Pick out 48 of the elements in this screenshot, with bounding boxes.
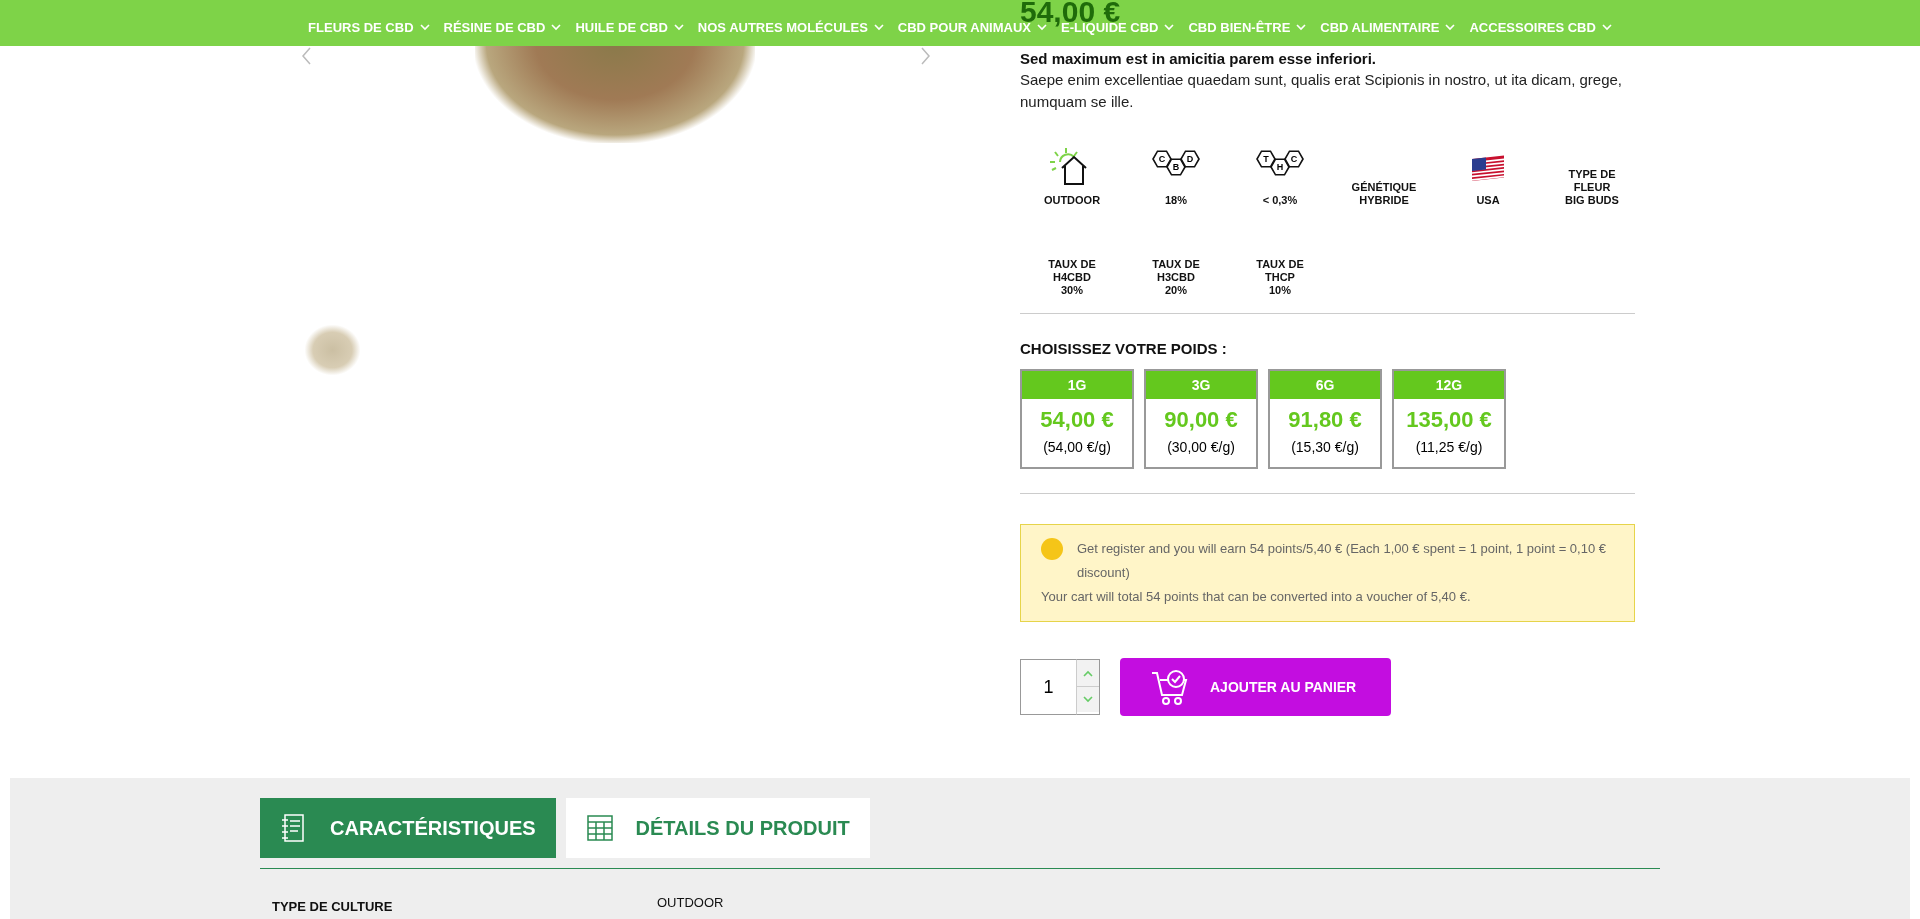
tab[interactable]: DÉTAILS DU PRODUIT (565, 798, 870, 858)
weight-option[interactable]: 1G 54,00 € (54,00 €/g) (1020, 369, 1134, 469)
loyalty-earn-text: Get register and you will earn 54 points/5,40 € (Each 1,00 € spent = 1 point, 1 point = 0,10 € discount) (1077, 540, 1607, 582)
weight-option[interactable]: 12G 135,00 € (11,25 €/g) (1392, 369, 1506, 469)
chevron-down-icon (1601, 24, 1612, 31)
chevron-down-icon (551, 24, 562, 31)
product-description: Saepe enim excellentiae quaedam sunt, qualis erat Scipionis in nostro, ut ita dicam, grege, numquam se ille. (1020, 70, 1623, 112)
spec-label: TYPE DE CULTURE (271, 899, 394, 914)
loyalty-total-text: Your cart will total 54 points that can be converted into a voucher of 5,40 €. (1041, 589, 1471, 604)
chevron-down-icon (1296, 24, 1307, 31)
feature-label: GÉNÉTIQUE HYBRIDE (1351, 181, 1417, 207)
increment-button[interactable] (1077, 660, 1099, 686)
nav-menu-item[interactable]: RÉSINE DE CBD (443, 20, 562, 35)
nav-menu-item[interactable]: NOS AUTRES MOLÉCULES (697, 20, 884, 35)
feature-label: TAUX DE H3CBD 20% (1152, 258, 1200, 297)
cart-icon (1150, 667, 1190, 707)
feature-label: TYPE DE FLEUR BIG BUDS (1565, 168, 1619, 207)
add-to-cart-button[interactable]: AJOUTER AU PANIER (1120, 658, 1391, 716)
nav-menu-item[interactable]: CBD BIEN-ÊTRE (1188, 20, 1307, 35)
coin-icon (1041, 538, 1063, 560)
chevron-down-icon (673, 24, 684, 31)
weight-title: CHOISISSEZ VOTRE POIDS : (1020, 340, 1228, 357)
weight-option[interactable]: 6G 91,80 € (15,30 €/g) (1268, 369, 1382, 469)
chevron-left-icon[interactable] (300, 46, 312, 66)
feature-label: < 0,3% (1262, 194, 1298, 207)
spec-value: OUTDOOR (657, 895, 724, 912)
chevron-down-icon (1083, 696, 1093, 703)
nav-menu-item[interactable]: HUILE DE CBD (575, 20, 684, 35)
feature-label: TAUX DE H4CBD 30% (1048, 258, 1096, 297)
chevron-down-icon (1445, 24, 1456, 31)
quantity-field[interactable]: 1 (1020, 659, 1076, 715)
chevron-down-icon (419, 24, 430, 31)
chevron-up-icon (1083, 669, 1093, 677)
chevron-right-icon[interactable] (920, 46, 932, 66)
chevron-down-icon (873, 24, 884, 31)
decrement-button[interactable] (1077, 686, 1099, 712)
table-icon (585, 813, 614, 843)
tab[interactable]: CARACTÉRISTIQUES (260, 798, 556, 858)
nav-menu-item[interactable]: ACCESSOIRES CBD (1469, 20, 1612, 35)
feature-label: OUTDOOR (1043, 194, 1101, 207)
product-subtitle: Sed maximum est in amicitia parem esse inferiori. (1020, 50, 1377, 67)
feature-label: TAUX DE THCP 10% (1256, 258, 1304, 297)
nav-menu-item[interactable]: FLEURS DE CBD (308, 20, 430, 35)
feature-label: USA (1476, 194, 1500, 207)
weight-option[interactable]: 3G 90,00 € (30,00 €/g) (1144, 369, 1258, 469)
chevron-down-icon (1164, 24, 1175, 31)
feature-label: 18% (1165, 194, 1187, 207)
nav-menu-item[interactable]: CBD ALIMENTAIRE (1320, 20, 1456, 35)
